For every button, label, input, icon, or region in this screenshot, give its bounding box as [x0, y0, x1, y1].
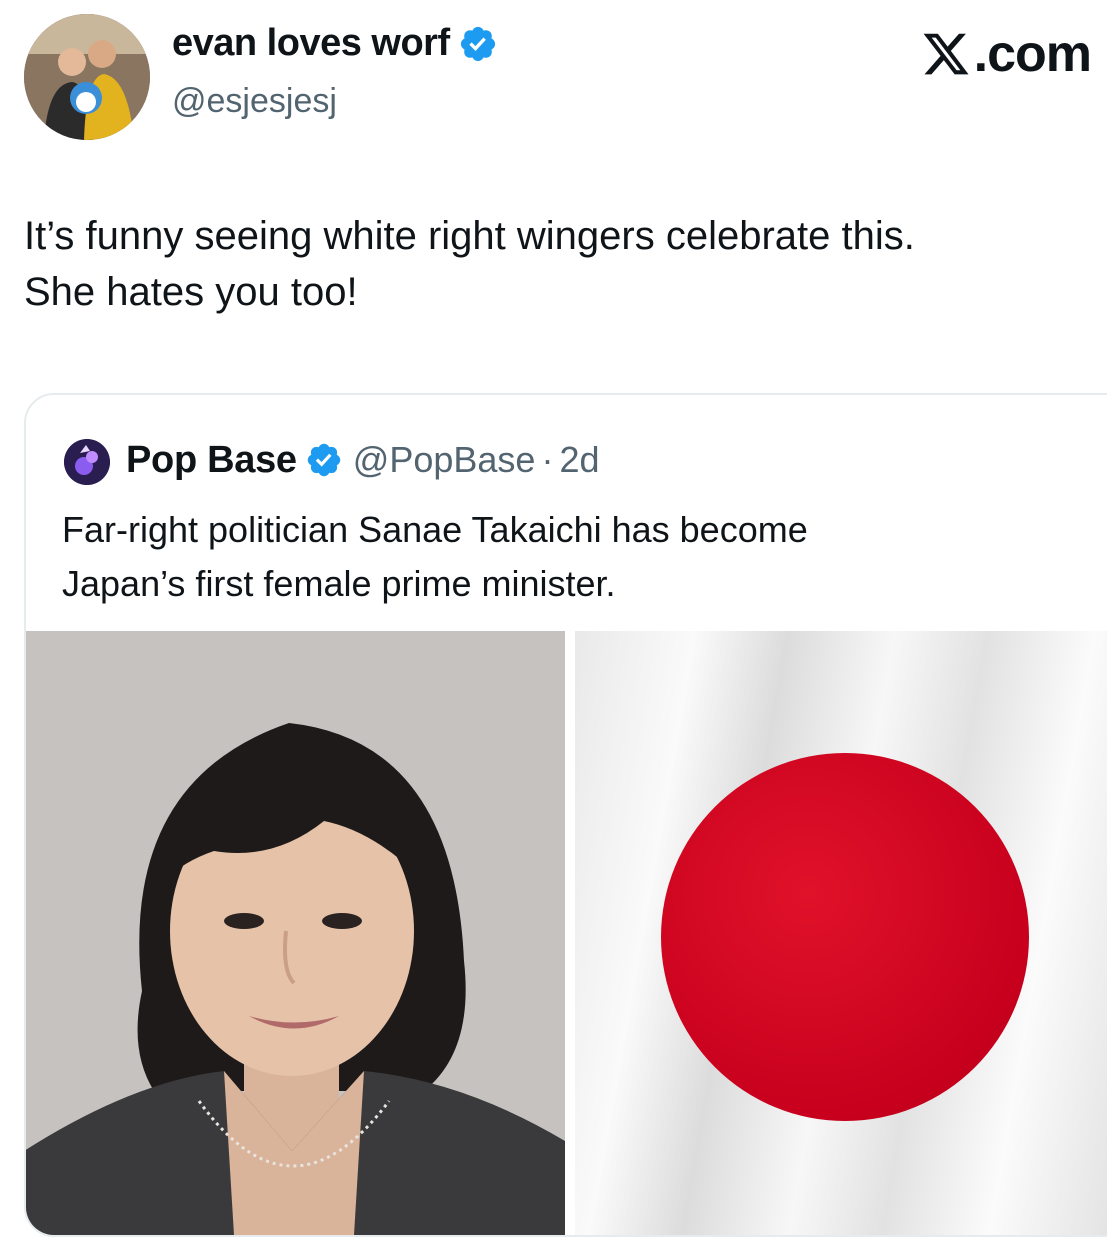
quoted-author-avatar[interactable] — [64, 439, 110, 485]
author-handle[interactable]: @esjesjesj — [172, 82, 337, 121]
portrait-photo[interactable] — [26, 631, 565, 1235]
meta-separator: · — [541, 439, 554, 480]
portrait-illustration — [26, 631, 565, 1235]
quoted-display-name[interactable]: Pop Base — [126, 439, 297, 482]
quoted-timestamp[interactable]: 2d — [559, 439, 599, 481]
brand-watermark: .com — [920, 24, 1092, 84]
x-logo-icon — [923, 33, 969, 75]
quoted-text-line: Japan’s first female prime minister. — [62, 563, 616, 604]
quoted-header: Pop Base @PopBase · 2d — [126, 435, 599, 485]
tweet-text-line: She hates you too! — [24, 270, 358, 314]
quoted-media-grid — [26, 631, 1107, 1235]
quoted-handle[interactable]: @PopBase — [353, 439, 536, 481]
japan-flag-photo[interactable] — [575, 631, 1107, 1235]
tweet-text: It’s funny seeing white right wingers ce… — [24, 208, 1104, 320]
brand-label: .com — [973, 25, 1092, 83]
pop-base-logo-icon — [64, 439, 110, 485]
author-display-name[interactable]: evan loves worf — [172, 22, 498, 65]
media-gap — [565, 631, 575, 1235]
verified-badge-icon — [307, 443, 341, 477]
author-avatar[interactable] — [24, 14, 150, 140]
tweet-text-line: It’s funny seeing white right wingers ce… — [24, 214, 915, 258]
author-name-text: evan loves worf — [172, 22, 450, 64]
verified-badge-icon — [460, 26, 495, 61]
quoted-tweet-card[interactable]: Pop Base @PopBase · 2d Far-right politic… — [24, 393, 1107, 1237]
flag-red-disc — [661, 753, 1029, 1121]
quoted-text: Far-right politician Sanae Takaichi has … — [62, 503, 1092, 611]
avatar-photo — [24, 14, 150, 140]
quoted-text-line: Far-right politician Sanae Takaichi has … — [62, 509, 808, 550]
